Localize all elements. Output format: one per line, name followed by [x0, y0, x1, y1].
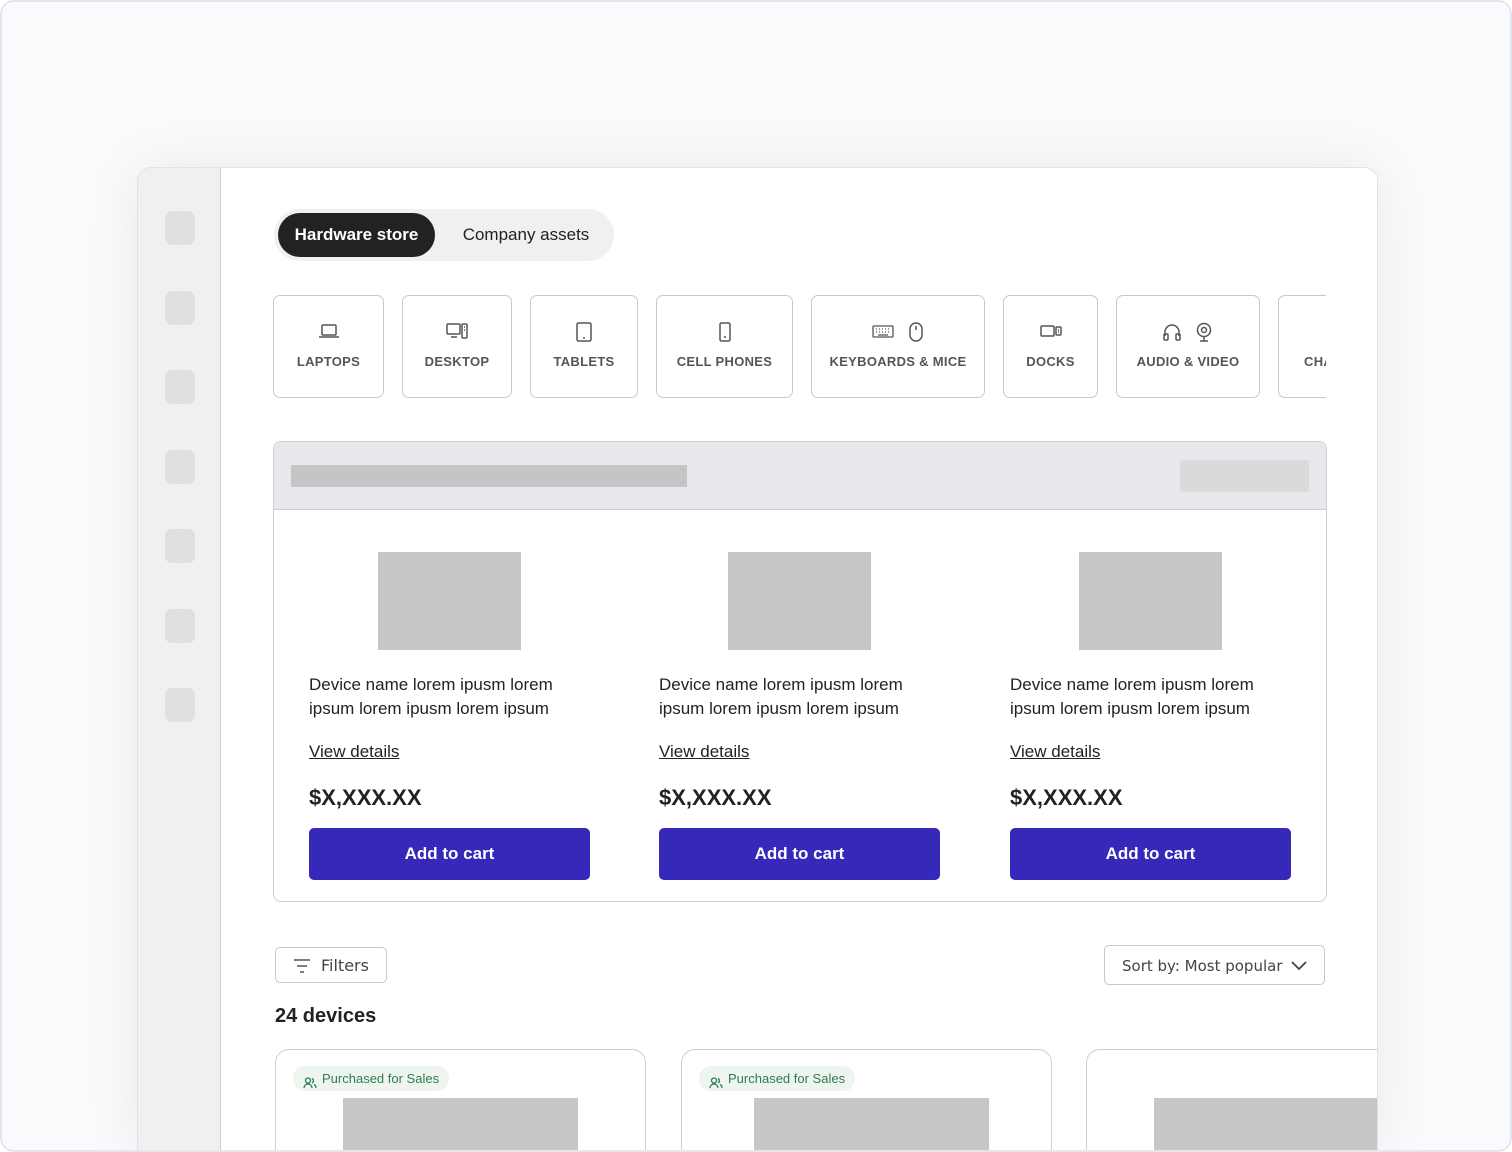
product-card: Device name lorem ipusm lorem ipsum lore… [659, 510, 959, 901]
app-window: Hardware store Company assets LAPTOPS DE… [137, 167, 1378, 1150]
featured-header [274, 442, 1326, 510]
webcam-icon [1195, 322, 1213, 342]
category-label: CELL PHONES [676, 354, 773, 369]
product-image [728, 552, 871, 650]
featured-panel: Device name lorem ipusm lorem ipsum lore… [273, 441, 1327, 902]
device-image [1154, 1098, 1377, 1150]
category-desktop[interactable]: DESKTOP [402, 295, 512, 398]
sidebar-item-1[interactable] [165, 211, 195, 245]
category-laptops[interactable]: LAPTOPS [273, 295, 384, 398]
store-tabs: Hardware store Company assets [274, 209, 614, 261]
sidebar-item-7[interactable] [165, 688, 195, 722]
title-placeholder [291, 465, 687, 487]
category-label: LAPTOPS [296, 354, 361, 369]
product-image [1079, 552, 1222, 650]
category-label: DOCKS [1026, 354, 1075, 369]
users-icon [303, 1072, 317, 1097]
page-background: Hardware store Company assets LAPTOPS DE… [0, 0, 1512, 1152]
sort-dropdown[interactable]: Sort by: Most popular [1104, 945, 1325, 985]
tablet-icon [575, 322, 593, 342]
product-name: Device name lorem ipusm lorem ipsum lore… [309, 675, 553, 718]
badge-label: Purchased for Sales [322, 1071, 440, 1086]
sidebar [138, 168, 221, 1150]
category-cell-phones[interactable]: CELL PHONES [656, 295, 793, 398]
product-price: $X,XXX.XX [309, 785, 422, 810]
category-tablets[interactable]: TABLETS [530, 295, 638, 398]
device-image [343, 1098, 578, 1150]
laptop-icon [318, 322, 340, 342]
dock-icon [1039, 322, 1062, 342]
sidebar-item-4[interactable] [165, 450, 195, 484]
users-icon [709, 1072, 723, 1097]
product-image [378, 552, 521, 650]
cell-phone-icon [718, 322, 732, 342]
device-card[interactable]: Purchased for Sales [681, 1049, 1052, 1150]
headphones-icon [1163, 322, 1181, 342]
sidebar-item-6[interactable] [165, 609, 195, 643]
product-price: $X,XXX.XX [659, 785, 772, 810]
add-to-cart-button[interactable]: Add to cart [309, 828, 590, 880]
device-count: 24 devices [275, 1005, 377, 1027]
filters-button[interactable]: Filters [275, 947, 387, 983]
category-docks[interactable]: DOCKS [1003, 295, 1098, 398]
category-strip: LAPTOPS DESKTOP TABLETS CELL PHONES KEYB… [273, 295, 1326, 399]
device-image [754, 1098, 989, 1150]
view-details-link[interactable]: View details [659, 742, 749, 762]
mouse-icon [908, 322, 924, 342]
category-label: KEYBOARDS & MICE [829, 354, 967, 369]
filters-label: Filters [321, 956, 369, 975]
category-keyboards-mice[interactable]: KEYBOARDS & MICE [811, 295, 985, 398]
add-to-cart-button[interactable]: Add to cart [1010, 828, 1291, 880]
filter-icon [293, 958, 311, 979]
category-audio-video[interactable]: AUDIO & VIDEO [1116, 295, 1260, 398]
product-card: Device name lorem ipusm lorem ipsum lore… [309, 510, 609, 901]
category-partial[interactable]: CHA [1278, 295, 1326, 398]
category-label: AUDIO & VIDEO [1136, 354, 1240, 369]
sidebar-item-3[interactable] [165, 370, 195, 404]
sort-label: Sort by: Most popular [1122, 957, 1283, 975]
tab-hardware-store[interactable]: Hardware store [278, 213, 435, 257]
view-details-link[interactable]: View details [309, 742, 399, 762]
keyboard-icon [872, 322, 894, 342]
device-card[interactable] [1086, 1049, 1377, 1150]
product-name: Device name lorem ipusm lorem ipsum lore… [1010, 675, 1254, 718]
sidebar-item-2[interactable] [165, 291, 195, 325]
desktop-icon [446, 322, 468, 342]
category-label: CHA [1304, 354, 1326, 369]
status-badge: Purchased for Sales [293, 1066, 450, 1091]
badge-label: Purchased for Sales [728, 1071, 846, 1086]
device-card[interactable]: Purchased for Sales [275, 1049, 646, 1150]
product-name: Device name lorem ipusm lorem ipsum lore… [659, 675, 903, 718]
chevron-down-icon [1290, 959, 1308, 977]
product-card: Device name lorem ipusm lorem ipsum lore… [1010, 510, 1310, 901]
view-details-link[interactable]: View details [1010, 742, 1100, 762]
product-price: $X,XXX.XX [1010, 785, 1123, 810]
category-label: TABLETS [553, 354, 615, 369]
sidebar-item-5[interactable] [165, 529, 195, 563]
status-badge: Purchased for Sales [699, 1066, 856, 1091]
action-placeholder[interactable] [1180, 460, 1309, 492]
tab-company-assets[interactable]: Company assets [442, 213, 610, 257]
add-to-cart-button[interactable]: Add to cart [659, 828, 940, 880]
category-label: DESKTOP [424, 354, 490, 369]
main-content: Hardware store Company assets LAPTOPS DE… [222, 168, 1377, 1150]
